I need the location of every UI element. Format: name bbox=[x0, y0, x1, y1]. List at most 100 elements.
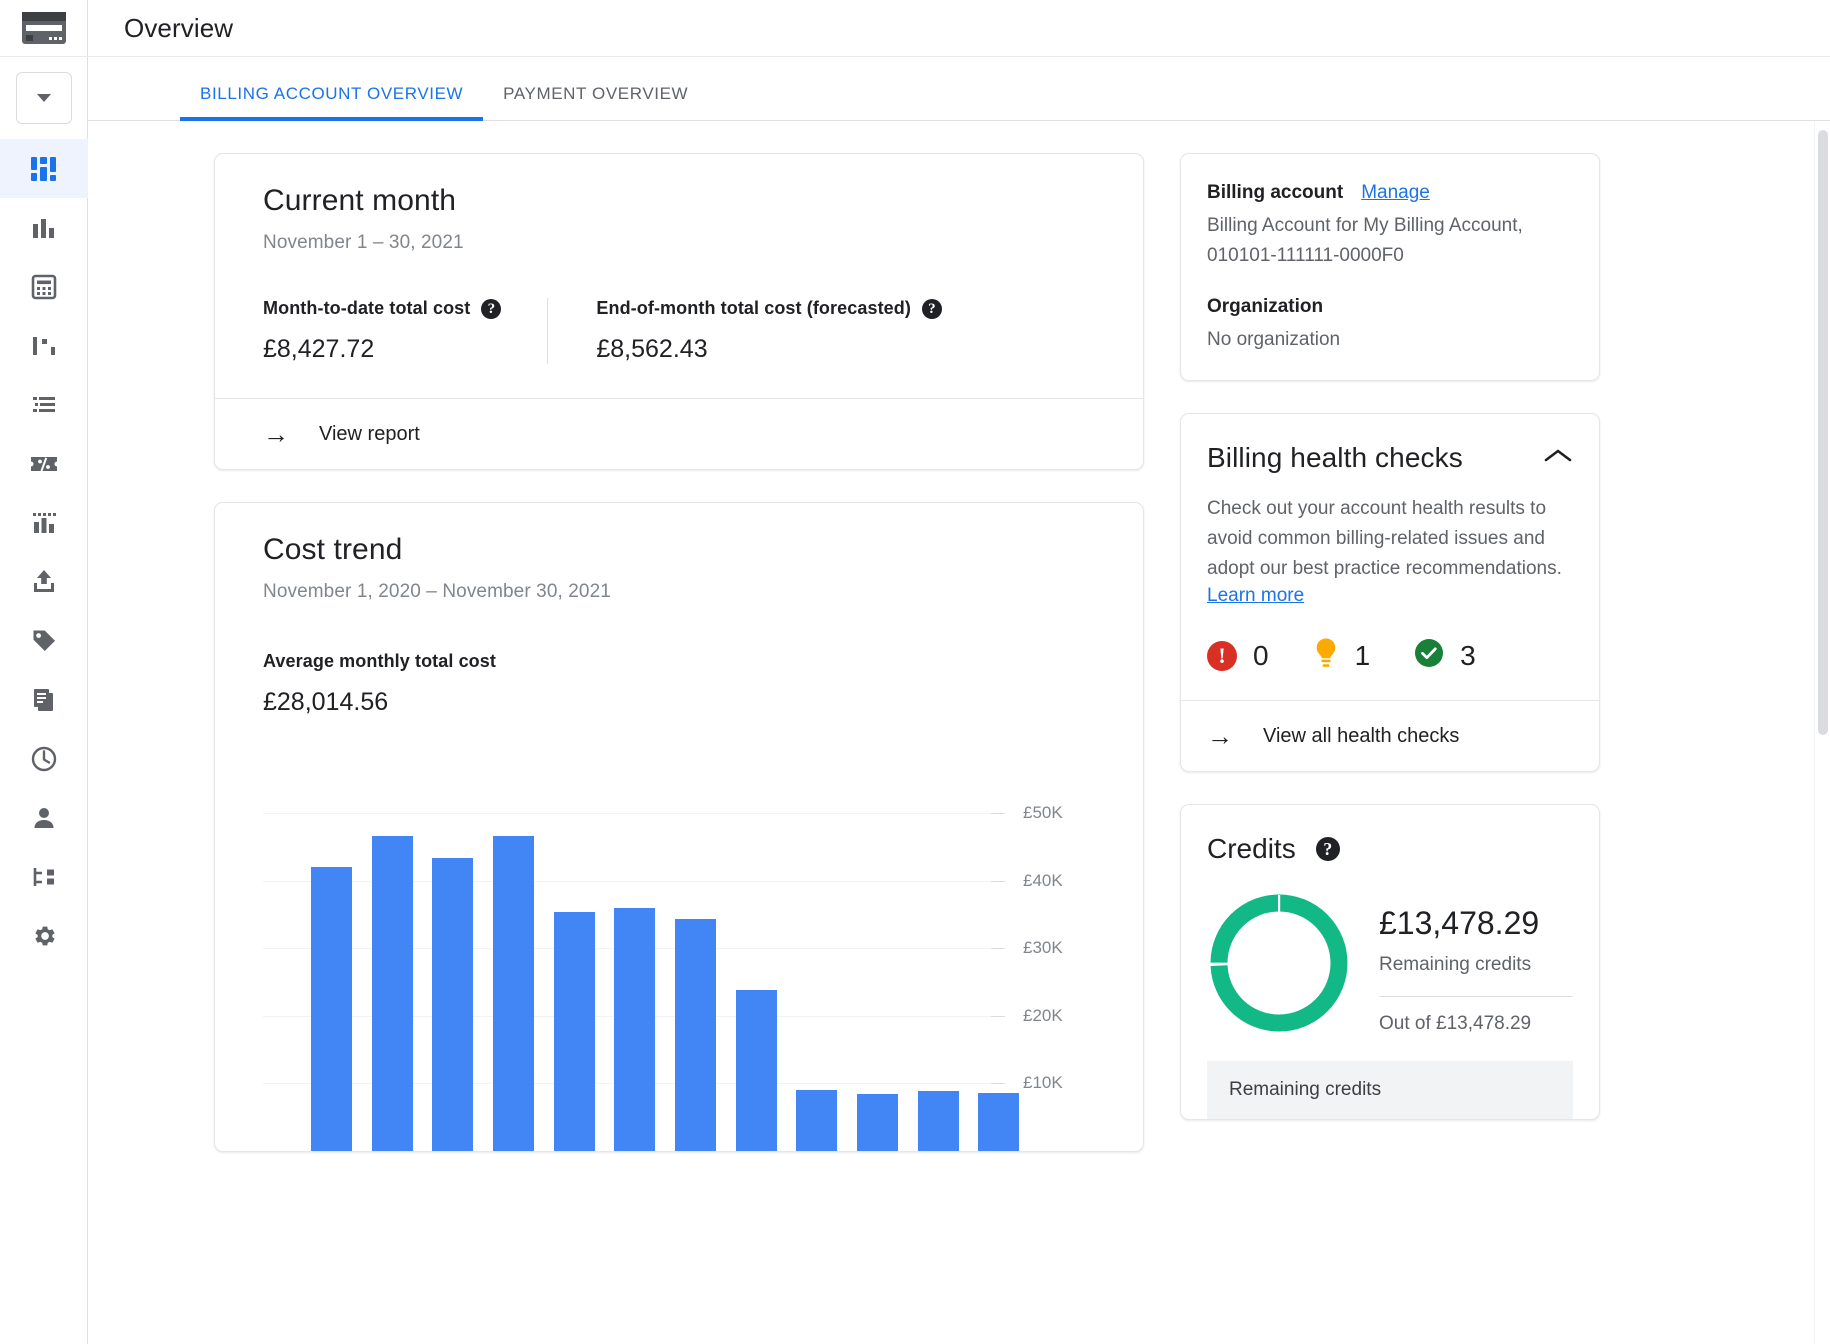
chart-tick-label: £50K bbox=[1015, 803, 1095, 823]
chart-bar[interactable] bbox=[554, 912, 595, 1151]
sidebar-item-billing-export[interactable] bbox=[0, 552, 88, 611]
chart-tick-dash bbox=[991, 1016, 1005, 1017]
sidebar-item-budgets[interactable] bbox=[0, 493, 88, 552]
chart-bar[interactable] bbox=[432, 858, 473, 1151]
health-stat-errors-count: 0 bbox=[1253, 640, 1269, 672]
cost-trend-bar-chart[interactable]: £50K£40K£30K£20K£10K bbox=[263, 759, 1095, 1151]
chart-bar[interactable] bbox=[493, 836, 534, 1151]
chart-bar[interactable] bbox=[978, 1093, 1019, 1151]
help-icon[interactable]: ? bbox=[922, 299, 942, 319]
help-icon[interactable]: ? bbox=[1316, 837, 1340, 861]
cost-trend-title: Cost trend bbox=[263, 533, 1095, 567]
credits-legend-item: Remaining credits bbox=[1207, 1061, 1573, 1119]
help-icon[interactable]: ? bbox=[481, 299, 501, 319]
chevron-down-icon bbox=[37, 94, 51, 102]
cost-trend-card: Cost trend November 1, 2020 – November 3… bbox=[214, 502, 1144, 1152]
health-stat-errors[interactable]: ! 0 bbox=[1207, 640, 1269, 672]
health-stat-passed-count: 3 bbox=[1460, 640, 1476, 672]
bar-chart-reports-icon bbox=[30, 214, 58, 242]
main-region: Overview BILLING ACCOUNT OVERVIEW PAYMEN… bbox=[88, 0, 1830, 1344]
sidebar-item-transactions[interactable] bbox=[0, 375, 88, 434]
billing-account-id: 010101-111111-0000F0 bbox=[1207, 242, 1573, 270]
metric-end-of-month-forecast: End-of-month total cost (forecasted) ? £… bbox=[547, 298, 942, 364]
chart-tick-dash bbox=[991, 948, 1005, 949]
billing-export-icon bbox=[30, 568, 58, 596]
current-month-date-range: November 1 – 30, 2021 bbox=[263, 232, 1095, 254]
health-checks-stats: ! 0 bbox=[1207, 637, 1573, 674]
current-month-title: Current month bbox=[263, 184, 1095, 218]
view-report-button[interactable]: → View report bbox=[215, 398, 1143, 469]
credits-title: Credits bbox=[1207, 833, 1296, 865]
chart-bar[interactable] bbox=[857, 1094, 898, 1151]
avg-monthly-cost-value: £28,014.56 bbox=[263, 688, 1095, 717]
cost-breakdown-icon bbox=[30, 332, 58, 360]
documents-icon bbox=[30, 686, 58, 714]
metric-month-to-date-label: Month-to-date total cost bbox=[263, 298, 470, 319]
overview-dashboard-icon bbox=[28, 153, 60, 185]
credits-out-of: Out of £13,478.29 bbox=[1379, 1013, 1573, 1035]
transactions-list-icon bbox=[30, 391, 58, 419]
sidebar-item-hierarchy[interactable] bbox=[0, 847, 88, 906]
sidebar-item-settings[interactable] bbox=[0, 906, 88, 965]
tab-bar: BILLING ACCOUNT OVERVIEW PAYMENT OVERVIE… bbox=[88, 57, 1830, 121]
sidebar-item-documents[interactable] bbox=[0, 670, 88, 729]
health-checks-description: Check out your account health results to… bbox=[1207, 494, 1573, 583]
calculator-cost-table-icon bbox=[30, 273, 58, 301]
sidebar-item-reports[interactable] bbox=[0, 198, 88, 257]
credits-remaining-caption: Remaining credits bbox=[1379, 954, 1573, 976]
sidebar-item-history[interactable] bbox=[0, 729, 88, 788]
chart-tick-label: £30K bbox=[1015, 938, 1095, 958]
lightbulb-icon bbox=[1313, 637, 1339, 674]
left-icon-rail bbox=[0, 0, 88, 1344]
arrow-right-icon: → bbox=[1207, 723, 1233, 749]
chevron-up-icon[interactable] bbox=[1543, 447, 1573, 470]
chart-bar[interactable] bbox=[918, 1091, 959, 1151]
chart-tick-dash bbox=[991, 813, 1005, 814]
current-month-metrics: Month-to-date total cost ? £8,427.72 End… bbox=[263, 298, 1095, 364]
organization-value: No organization bbox=[1207, 326, 1573, 354]
chart-tick-label: £40K bbox=[1015, 871, 1095, 891]
tab-billing-account-overview[interactable]: BILLING ACCOUNT OVERVIEW bbox=[180, 84, 483, 120]
person-account-icon bbox=[30, 804, 58, 832]
health-stat-recommendations[interactable]: 1 bbox=[1313, 637, 1371, 674]
billing-account-name-line1: Billing Account for My Billing Account, bbox=[1207, 212, 1573, 240]
sidebar-item-pricing[interactable] bbox=[0, 611, 88, 670]
chart-bar[interactable] bbox=[614, 908, 655, 1151]
cost-trend-date-range: November 1, 2020 – November 30, 2021 bbox=[263, 581, 1095, 603]
chart-bar[interactable] bbox=[796, 1090, 837, 1151]
account-selector-wrap bbox=[0, 57, 88, 139]
page-title: Overview bbox=[124, 13, 233, 44]
sidebar-item-cost-breakdown[interactable] bbox=[0, 316, 88, 375]
sidebar-item-account[interactable] bbox=[0, 788, 88, 847]
left-column: Current month November 1 – 30, 2021 Mont… bbox=[214, 153, 1144, 1344]
page-scrollbar-track[interactable] bbox=[1814, 122, 1830, 1344]
billing-overview-app: Overview BILLING ACCOUNT OVERVIEW PAYMEN… bbox=[0, 0, 1830, 1344]
view-report-label: View report bbox=[319, 423, 420, 446]
credits-divider bbox=[1379, 996, 1573, 997]
avg-monthly-cost-label: Average monthly total cost bbox=[263, 651, 1095, 672]
sidebar-item-cost-table[interactable] bbox=[0, 257, 88, 316]
arrow-right-icon: → bbox=[263, 421, 289, 447]
chart-bar[interactable] bbox=[736, 990, 777, 1151]
health-stat-passed[interactable]: 3 bbox=[1414, 638, 1476, 673]
hierarchy-tree-icon bbox=[30, 863, 58, 891]
sidebar-item-overview[interactable] bbox=[0, 139, 88, 198]
billing-account-label: Billing account bbox=[1207, 182, 1343, 204]
credits-donut-chart bbox=[1207, 891, 1351, 1035]
tab-payment-overview[interactable]: PAYMENT OVERVIEW bbox=[483, 84, 708, 120]
chart-bar[interactable] bbox=[311, 867, 352, 1151]
metric-month-to-date-value: £8,427.72 bbox=[263, 335, 501, 364]
credits-remaining-amount: £13,478.29 bbox=[1379, 905, 1573, 942]
chart-tick-dash bbox=[991, 881, 1005, 882]
view-all-health-checks-label: View all health checks bbox=[1263, 725, 1459, 748]
health-checks-learn-more-link[interactable]: Learn more bbox=[1207, 585, 1304, 607]
account-selector-button[interactable] bbox=[16, 72, 72, 124]
top-bar: Overview bbox=[88, 0, 1830, 57]
manage-billing-account-link[interactable]: Manage bbox=[1361, 182, 1430, 204]
chart-bar[interactable] bbox=[372, 836, 413, 1151]
check-circle-icon bbox=[1414, 638, 1444, 673]
sidebar-item-commitments[interactable] bbox=[0, 434, 88, 493]
view-all-health-checks-button[interactable]: → View all health checks bbox=[1181, 700, 1599, 771]
chart-bar[interactable] bbox=[675, 919, 716, 1151]
page-scrollbar-thumb[interactable] bbox=[1818, 130, 1828, 735]
